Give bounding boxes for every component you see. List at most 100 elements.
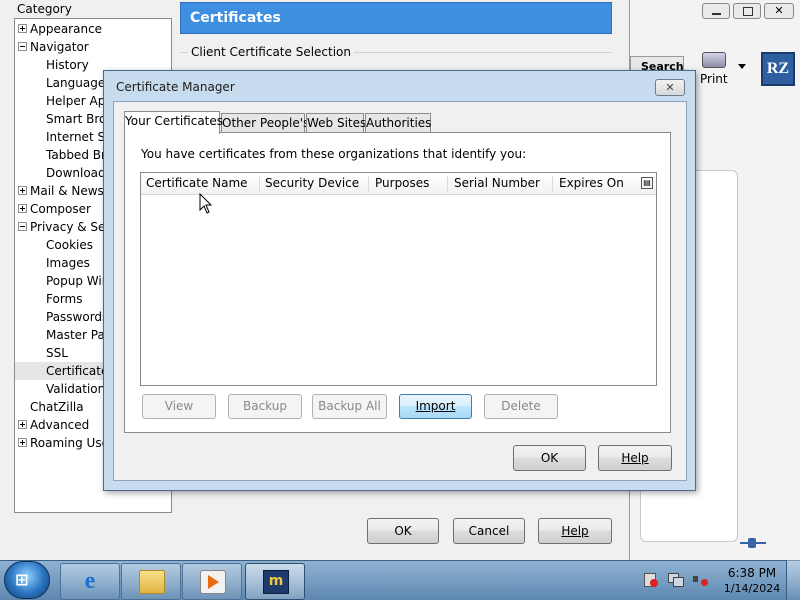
- backup-label: Backup: [243, 399, 287, 413]
- prefs-help-button[interactable]: Help: [538, 518, 612, 544]
- network-icon[interactable]: [667, 571, 684, 587]
- maximize-button[interactable]: [733, 3, 761, 19]
- restore-icon: [743, 7, 753, 16]
- delete-button[interactable]: Delete: [484, 394, 558, 419]
- mouse-cursor-icon: [199, 193, 213, 214]
- column-header-purposes[interactable]: Purposes: [375, 176, 429, 190]
- tree-item-label: Advanced: [30, 418, 90, 432]
- dialog-close-button[interactable]: ✕: [655, 79, 685, 96]
- tree-item-label: Images: [46, 256, 90, 270]
- tree-item-label: Languages: [46, 76, 112, 90]
- backup-all-button[interactable]: Backup All: [312, 394, 387, 419]
- tab-authorities[interactable]: Authorities: [365, 113, 431, 133]
- expand-icon[interactable]: [18, 204, 27, 213]
- tree-item-label: Cookies: [46, 238, 93, 252]
- category-label: Category: [17, 2, 72, 16]
- rz-logo[interactable]: RZ: [761, 52, 795, 86]
- tree-item-label: ChatZilla: [30, 400, 84, 414]
- clock-time[interactable]: 6:38 PM: [722, 566, 782, 580]
- volume-icon[interactable]: [692, 571, 708, 587]
- tab-label: Other People's: [222, 116, 310, 130]
- backup-all-label: Backup All: [318, 399, 381, 413]
- expand-icon[interactable]: [18, 186, 27, 195]
- prefs-ok-button[interactable]: OK: [367, 518, 439, 544]
- tree-item-label: Mail & Newsg: [30, 184, 112, 198]
- tree-item[interactable]: Navigator: [15, 38, 171, 56]
- collapse-icon[interactable]: [18, 222, 27, 231]
- print-label: Print: [700, 72, 728, 86]
- window-close-button[interactable]: ✕: [764, 3, 794, 19]
- panel-title: Certificates: [180, 2, 612, 34]
- column-separator[interactable]: [259, 176, 260, 192]
- tab-web-sites[interactable]: Web Sites: [306, 113, 367, 133]
- show-desktop-button[interactable]: [786, 560, 800, 600]
- expand-icon[interactable]: [18, 420, 27, 429]
- dialog-help-button[interactable]: Help: [598, 445, 672, 471]
- taskbar-file-explorer[interactable]: [121, 563, 181, 600]
- client-selection-label: Client Certificate Selection: [188, 45, 355, 59]
- tab-other-peoples[interactable]: Other People's: [221, 113, 309, 133]
- import-label: Import: [415, 399, 456, 413]
- folder-icon: [139, 570, 165, 594]
- tree-item-label: History: [46, 58, 89, 72]
- print-button[interactable]: Print: [696, 48, 736, 90]
- tree-item-label: Passwords: [46, 310, 109, 324]
- prefs-cancel-button[interactable]: Cancel: [453, 518, 525, 544]
- column-separator[interactable]: [447, 176, 448, 192]
- intro-text: You have certificates from these organiz…: [141, 147, 527, 161]
- windows-logo-icon: ⊞: [15, 570, 29, 589]
- column-header-certificate-name[interactable]: Certificate Name: [146, 176, 248, 190]
- column-picker-icon[interactable]: ▤: [641, 177, 653, 189]
- delete-label: Delete: [501, 399, 541, 413]
- prefs-cancel-label: Cancel: [468, 524, 510, 538]
- backup-button[interactable]: Backup: [228, 394, 302, 419]
- tree-item-label: Popup Win: [46, 274, 110, 288]
- taskbar-media-player[interactable]: [182, 563, 242, 600]
- taskbar-seamonkey[interactable]: m: [245, 563, 305, 600]
- tree-item[interactable]: Appearance: [15, 20, 171, 38]
- prefs-ok-label: OK: [394, 524, 412, 538]
- column-separator[interactable]: [552, 176, 553, 192]
- action-center-icon[interactable]: [642, 571, 658, 587]
- dialog-ok-button[interactable]: OK: [513, 445, 586, 471]
- collapse-icon[interactable]: [18, 42, 27, 51]
- tab-label: Authorities: [366, 116, 432, 130]
- tree-item-label: Composer: [30, 202, 91, 216]
- dialog-help-label: Help: [621, 451, 649, 465]
- import-button[interactable]: Import: [399, 394, 472, 419]
- column-separator[interactable]: [368, 176, 369, 192]
- printer-icon: [702, 52, 726, 68]
- dialog-ok-label: OK: [540, 451, 559, 465]
- internet-explorer-icon: e: [84, 568, 96, 594]
- dialog-title: Certificate Manager: [116, 80, 235, 94]
- certificate-table[interactable]: [140, 172, 657, 386]
- tree-item-label: Forms: [46, 292, 83, 306]
- tree-item-label: Validation: [46, 382, 106, 396]
- seamonkey-icon: m: [263, 570, 289, 594]
- column-header-security-device[interactable]: Security Device: [265, 176, 359, 190]
- tab-your-certificates[interactable]: Your Certificates: [124, 111, 224, 134]
- tree-item-label: Appearance: [30, 22, 103, 36]
- minimize-icon: [712, 13, 721, 15]
- tab-label: Your Certificates: [125, 114, 224, 128]
- close-icon: ✕: [774, 4, 784, 17]
- close-icon: ✕: [665, 81, 675, 94]
- view-button[interactable]: View: [142, 394, 216, 419]
- expand-icon[interactable]: [18, 24, 27, 33]
- tree-item-label: SSL: [46, 346, 68, 360]
- tree-item-label: Master Pas: [46, 328, 112, 342]
- clock-date[interactable]: 1/14/2024: [722, 582, 782, 595]
- taskbar-internet-explorer[interactable]: e: [60, 563, 120, 600]
- media-player-icon: [200, 570, 226, 594]
- column-header-expires-on[interactable]: Expires On: [559, 176, 624, 190]
- tree-item-label: Navigator: [30, 40, 89, 54]
- column-header-serial-number[interactable]: Serial Number: [454, 176, 540, 190]
- tree-item-label: Privacy & Sec: [30, 220, 113, 234]
- expand-icon[interactable]: [18, 438, 27, 447]
- print-dropdown-icon[interactable]: [738, 64, 746, 69]
- prefs-help-label: Help: [561, 524, 589, 538]
- tab-label: Web Sites: [307, 116, 367, 130]
- connection-icon[interactable]: [740, 538, 766, 548]
- minimize-button[interactable]: [702, 3, 730, 19]
- tree-item-label: Roaming User: [30, 436, 114, 450]
